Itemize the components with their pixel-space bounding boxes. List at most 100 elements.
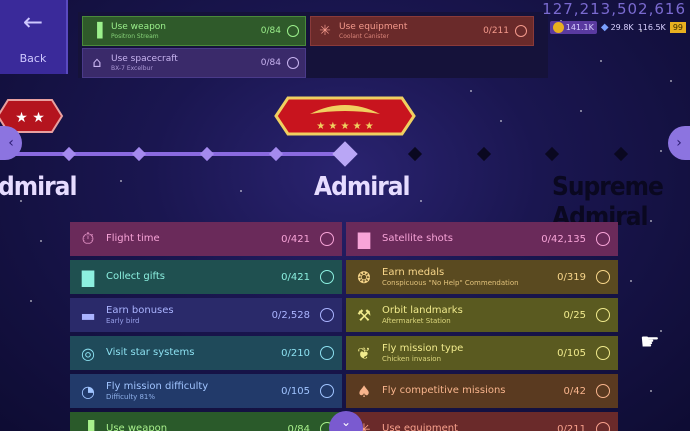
gun-icon: ▐ — [91, 23, 103, 39]
goal-status-ring — [515, 25, 527, 37]
star — [30, 300, 32, 302]
challenge-title: Use equipment — [382, 423, 458, 431]
challenge-row[interactable]: ⏱ Flight time 0/421 — [70, 222, 342, 256]
challenge-count: 0/84 — [287, 423, 310, 431]
challenge-status-ring — [596, 270, 610, 284]
track-node — [544, 146, 560, 162]
challenge-title: Collect gifts — [106, 271, 166, 282]
challenge-title: Use weapon — [106, 423, 168, 431]
challenge-status-ring — [320, 270, 334, 284]
track-node — [613, 146, 629, 162]
rank-progress-track — [0, 141, 690, 167]
track-node — [199, 146, 215, 162]
resource-a: ◆ 29.8K — [601, 22, 634, 33]
challenge-title: Fly mission type — [382, 342, 464, 354]
track-node — [131, 146, 147, 162]
star — [40, 240, 42, 242]
goal-subtitle: Coolant Canister — [339, 32, 389, 40]
resource-b: 116.5K — [638, 23, 666, 32]
star — [420, 200, 422, 202]
star — [600, 60, 602, 62]
challenge-subtitle: Aftermarket Station — [382, 316, 451, 325]
admiral-insignia-icon: ★ ★ ★ ★ ★ — [274, 96, 416, 136]
resource-c-badge: 99 — [669, 21, 686, 33]
challenge-row[interactable]: ◔ Fly mission difficulty Difficulty 81% 0/1… — [70, 374, 342, 408]
challenge-row[interactable]: ♠ Fly competitive missions 0/42 — [346, 374, 618, 408]
goal-title: Use spacecraft — [111, 53, 178, 64]
challenge-count: 0/42 — [563, 385, 586, 397]
chicken-icon: ❦ — [357, 343, 371, 363]
challenge-status-ring — [596, 384, 610, 398]
challenge-row[interactable]: ⚒ Orbit landmarks Aftermarket Station 0/25 — [346, 298, 618, 332]
goal-status-ring — [287, 25, 299, 37]
drop-icon: ◆ — [600, 21, 609, 33]
gauge-icon: ◔ — [81, 381, 95, 401]
star — [120, 180, 122, 182]
challenge-title: Orbit landmarks — [382, 304, 463, 316]
coin-icon — [552, 21, 564, 33]
resource-b-value: 116.5K — [637, 22, 666, 32]
goal-title: Use equipment — [339, 21, 408, 32]
back-arrow-icon: ← — [22, 7, 44, 36]
challenge-subtitle: Difficulty 81% — [106, 392, 156, 401]
challenge-row[interactable]: ✳ Use equipment 0/211 — [346, 412, 618, 431]
back-label: Back — [19, 51, 47, 65]
goal-use-spacecraft[interactable]: ⌂ Use spacecraft BX-7 Excelbur 0/84 — [82, 48, 306, 78]
challenge-row[interactable]: ▇ Satellite shots 0/42,135 — [346, 222, 618, 256]
chevron-down-icon: ⌄ — [340, 415, 352, 429]
goal-count: 0/84 — [260, 58, 281, 68]
challenge-count: 0/105 — [557, 347, 586, 359]
svg-text:★ ★: ★ ★ — [15, 110, 45, 126]
challenge-status-ring — [596, 346, 610, 360]
score-display: 127,213,502,616 — [542, 0, 686, 18]
challenge-count: 0/421 — [281, 233, 310, 245]
coins: 141.1K — [549, 20, 597, 34]
challenge-count: 0/42,135 — [541, 233, 586, 245]
challenge-subtitle: Chicken invasion — [382, 354, 442, 363]
track-node — [476, 146, 492, 162]
challenge-status-ring — [320, 384, 334, 398]
challenge-count: 0/25 — [563, 309, 586, 321]
spacecraft-icon: ⌂ — [92, 55, 102, 71]
challenge-title: Earn bonuses — [106, 304, 174, 316]
track-progress — [0, 152, 345, 156]
challenge-row[interactable]: ◎ Visit star systems 0/210 — [70, 336, 342, 370]
challenge-row[interactable]: ❦ Fly mission type Chicken invasion 0/105 — [346, 336, 618, 370]
challenge-title: Visit star systems — [106, 347, 195, 358]
challenge-status-ring — [320, 346, 334, 360]
back-button[interactable]: ← Back — [0, 0, 68, 74]
star — [470, 90, 472, 92]
challenge-title: Flight time — [106, 233, 160, 244]
challenge-row[interactable]: ❂ Earn medals Conspicuous "No Help" Commen… — [346, 260, 618, 294]
goal-subtitle: BX-7 Excelbur — [111, 64, 153, 72]
resource-bar: 141.1K ◆ 29.8K 116.5K 99 — [549, 18, 686, 36]
star — [660, 330, 662, 332]
challenge-row[interactable]: ▐ Use weapon 0/84 — [70, 412, 342, 431]
active-goals-panel: ▐ Use weapon Positron Stream 0/84 ✳ Use … — [78, 12, 548, 78]
challenge-count: 0/319 — [557, 271, 586, 283]
challenge-row[interactable]: ▬ Earn bonuses Early bird 0/2,528 — [70, 298, 342, 332]
goal-status-ring — [287, 57, 299, 69]
goal-use-equipment[interactable]: ✳ Use equipment Coolant Canister 0/211 — [310, 16, 534, 46]
gun-icon: ▐ — [81, 419, 95, 431]
challenge-title: Fly competitive missions — [382, 385, 506, 396]
trophy-icon: ♠ — [356, 381, 372, 401]
goal-use-weapon[interactable]: ▐ Use weapon Positron Stream 0/84 — [82, 16, 306, 46]
track-node — [407, 146, 423, 162]
star — [650, 390, 652, 392]
goal-title: Use weapon — [111, 21, 167, 32]
orbit-icon: ◎ — [81, 343, 95, 363]
challenge-status-ring — [596, 308, 610, 322]
star — [240, 190, 242, 192]
track-node — [61, 146, 77, 162]
bars-icon: ▇ — [357, 229, 371, 249]
resource-a-value: 29.8K — [610, 22, 634, 32]
robot-arm-icon: ⚒ — [356, 305, 372, 325]
challenge-status-ring — [320, 308, 334, 322]
challenge-status-ring — [596, 422, 610, 431]
current-rank-node — [332, 141, 358, 167]
snowflake-icon: ✳ — [319, 23, 331, 39]
coins-value: 141.1K — [565, 22, 594, 32]
challenge-row[interactable]: ▇ Collect gifts 0/421 — [70, 260, 342, 294]
stopwatch-icon: ⏱ — [81, 229, 95, 248]
